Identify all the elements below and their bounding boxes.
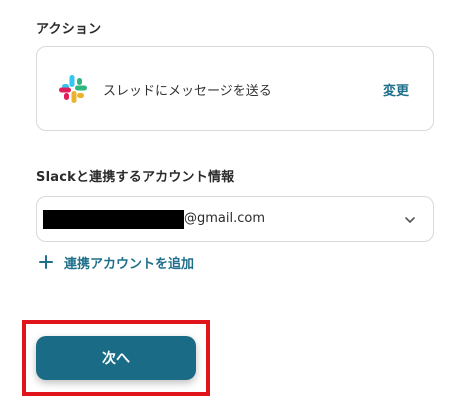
add-account-button[interactable]: 連携アカウントを追加 bbox=[38, 252, 194, 272]
plus-icon bbox=[39, 255, 53, 269]
change-action-button[interactable]: 変更 bbox=[383, 80, 409, 99]
action-section-label: アクション bbox=[36, 22, 102, 37]
next-button[interactable]: 次へ bbox=[36, 336, 196, 380]
chevron-down-icon bbox=[405, 217, 415, 223]
account-section-label: Slackと連携するアカウント情報 bbox=[36, 170, 235, 185]
account-select[interactable]: @gmail.com bbox=[36, 196, 434, 242]
redacted-account-name bbox=[43, 210, 184, 229]
action-card: スレッドにメッセージを送る 変更 bbox=[36, 46, 434, 131]
action-name: スレッドにメッセージを送る bbox=[103, 84, 272, 99]
slack-logo-icon bbox=[59, 75, 87, 103]
selected-account-domain: @gmail.com bbox=[184, 211, 266, 226]
slack-action-settings-page: アクション スレッドにメッセージを送る 変更 Slackと連携するアカウント情報… bbox=[0, 0, 460, 415]
add-account-label: 連携アカウントを追加 bbox=[64, 256, 195, 272]
